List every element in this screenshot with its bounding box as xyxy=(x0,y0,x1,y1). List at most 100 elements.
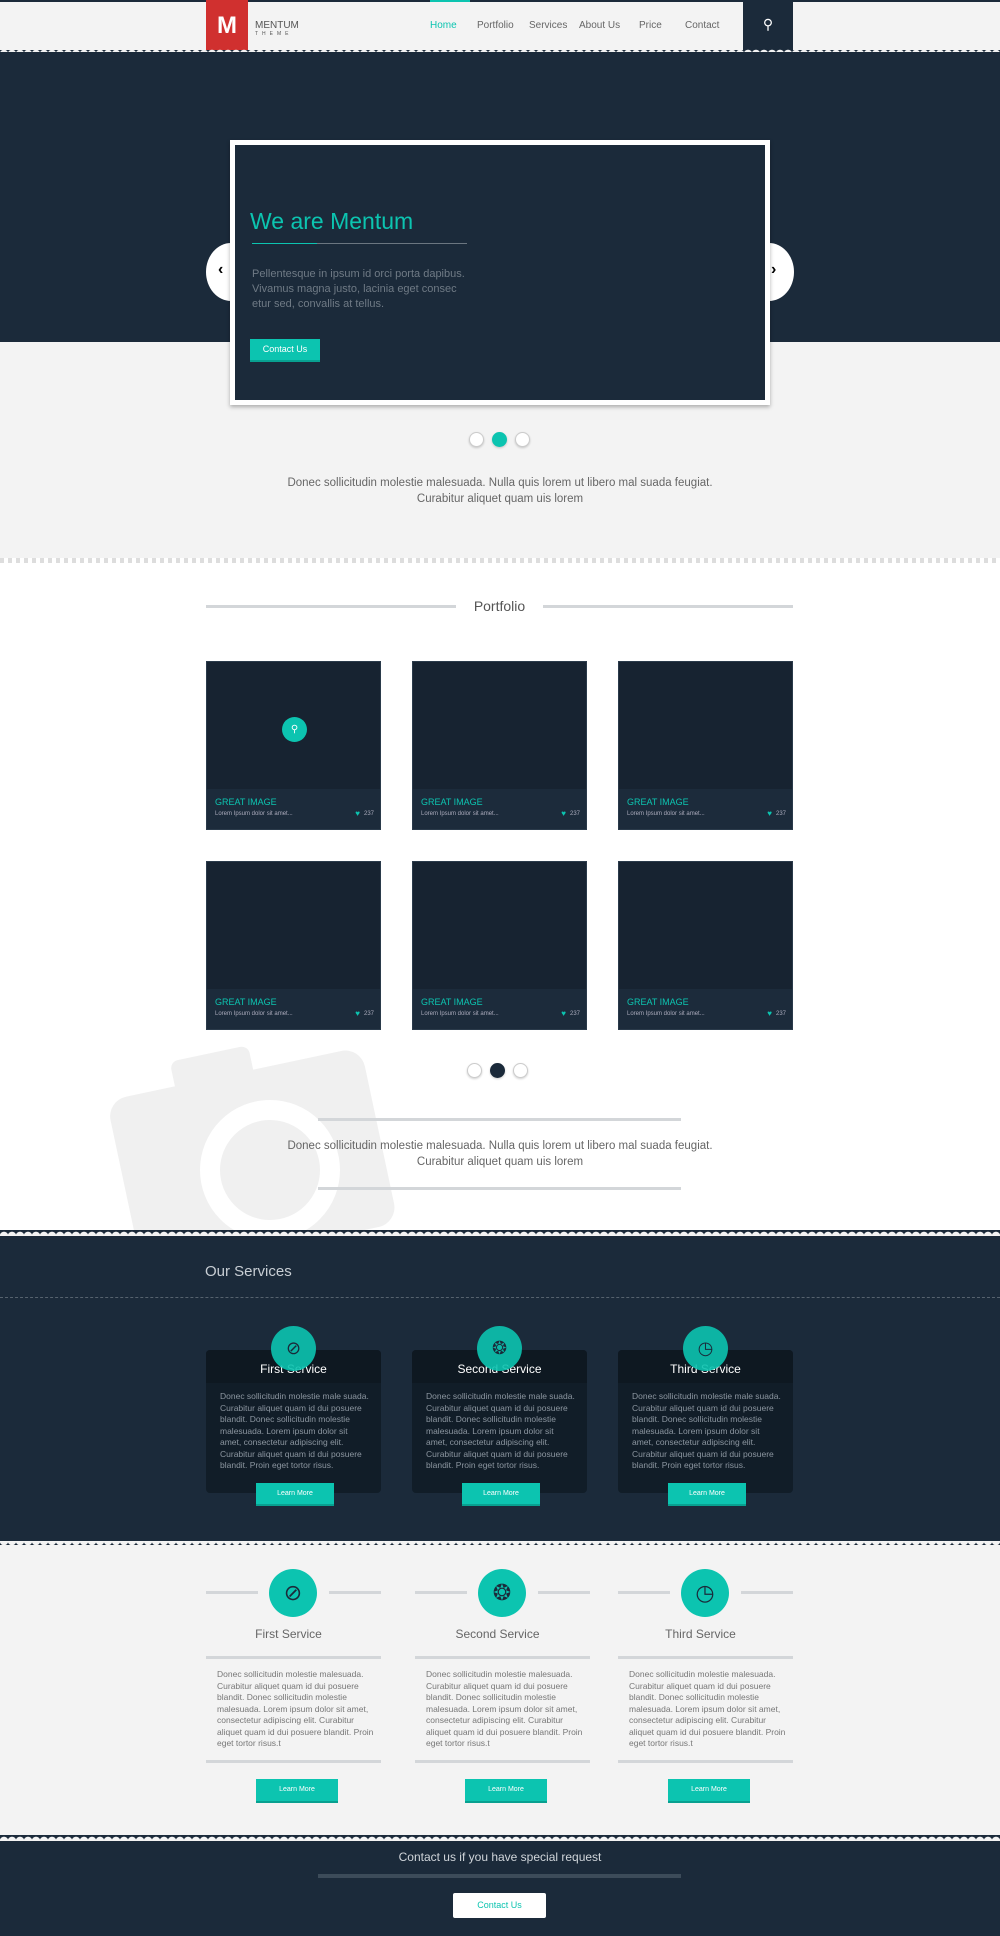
portfolio-caption: GREAT IMAGE Lorem Ipsum dolor sit amet...… xyxy=(619,989,792,1029)
chevron-right-icon: › xyxy=(771,261,777,278)
divider xyxy=(618,1656,793,1659)
hero-divider xyxy=(252,243,467,244)
portfolio-item[interactable]: GREAT IMAGE Lorem Ipsum dolor sit amet...… xyxy=(618,861,793,1030)
learn-more-button[interactable]: Learn More xyxy=(668,1779,750,1803)
divider xyxy=(538,1591,590,1594)
portfolio-page-3[interactable] xyxy=(513,1063,528,1078)
learn-more-button[interactable]: Learn More xyxy=(462,1483,540,1506)
nav-portfolio[interactable]: Portfolio xyxy=(477,20,514,31)
portfolio-page-2-active[interactable] xyxy=(490,1063,505,1078)
like-count: 237 xyxy=(363,1011,374,1017)
portfolio-item[interactable]: ⚲ GREAT IMAGE Lorem Ipsum dolor sit amet..… xyxy=(206,661,381,830)
slider-dot-3[interactable] xyxy=(515,432,530,447)
lifebuoy-icon: ❂ xyxy=(477,1326,522,1371)
portfolio-item-desc: Lorem Ipsum dolor sit amet... xyxy=(627,811,705,817)
active-indicator xyxy=(430,0,470,2)
portfolio-item-title: GREAT IMAGE xyxy=(627,797,689,807)
service-title: Second Service xyxy=(455,1627,540,1641)
divider xyxy=(543,605,793,608)
dashed-divider xyxy=(0,1297,1000,1298)
heart-icon[interactable]: ♥ xyxy=(767,809,772,818)
brand-name: MENTUM xyxy=(255,20,299,31)
brand-sub: THEME xyxy=(255,31,293,37)
divider xyxy=(329,1591,381,1594)
search-button[interactable]: ⚲ xyxy=(743,0,793,50)
portfolio-caption: GREAT IMAGE Lorem Ipsum dolor sit amet...… xyxy=(207,989,380,1029)
service-text: Donec sollicitudin molestie male suada. … xyxy=(220,1391,369,1470)
portfolio-item-title: GREAT IMAGE xyxy=(421,797,483,807)
divider xyxy=(318,1118,681,1121)
portfolio-item-desc: Lorem Ipsum dolor sit amet... xyxy=(215,811,293,817)
hero-contact-button[interactable]: Contact Us xyxy=(250,339,320,362)
portfolio-item-title: GREAT IMAGE xyxy=(215,797,277,807)
portfolio-item-desc: Lorem Ipsum dolor sit amet... xyxy=(421,811,499,817)
divider xyxy=(206,1591,258,1594)
like-count: 237 xyxy=(775,811,786,817)
heart-icon[interactable]: ♥ xyxy=(767,1009,772,1018)
learn-more-button[interactable]: Learn More xyxy=(256,1779,338,1803)
heart-icon[interactable]: ♥ xyxy=(561,809,566,818)
learn-more-button[interactable]: Learn More xyxy=(465,1779,547,1803)
hero-title: We are Mentum xyxy=(250,208,414,234)
lifebuoy-icon: ❂ xyxy=(478,1569,526,1617)
divider xyxy=(741,1591,793,1594)
heart-icon[interactable]: ♥ xyxy=(561,1009,566,1018)
zoom-icon[interactable]: ⚲ xyxy=(282,717,307,742)
portfolio-caption: GREAT IMAGE Lorem Ipsum dolor sit amet...… xyxy=(413,989,586,1029)
portfolio-item-title: GREAT IMAGE xyxy=(215,997,277,1007)
wave-divider xyxy=(0,558,1000,563)
camera-watermark-icon xyxy=(110,1046,395,1230)
portfolio-item-title: GREAT IMAGE xyxy=(421,997,483,1007)
wave-divider xyxy=(0,46,1000,52)
divider xyxy=(618,1591,670,1594)
slider-dot-1[interactable] xyxy=(469,432,484,447)
wave-divider xyxy=(0,1228,1000,1236)
nav-home[interactable]: Home xyxy=(430,20,457,31)
portfolio-caption: GREAT IMAGE Lorem Ipsum dolor sit amet...… xyxy=(207,789,380,829)
heart-icon[interactable]: ♥ xyxy=(355,809,360,818)
nav-services[interactable]: Services xyxy=(529,20,567,31)
portfolio-page-1[interactable] xyxy=(467,1063,482,1078)
portfolio-item[interactable]: GREAT IMAGE Lorem Ipsum dolor sit amet...… xyxy=(206,861,381,1030)
clock-icon: ◷ xyxy=(683,1326,728,1371)
footer-text: Contact us if you have special request xyxy=(398,1850,602,1864)
nav-about[interactable]: About Us xyxy=(579,20,620,31)
divider xyxy=(415,1591,467,1594)
nav-price[interactable]: Price xyxy=(639,20,662,31)
portfolio-item-desc: Lorem Ipsum dolor sit amet... xyxy=(627,1011,705,1017)
wave-divider xyxy=(0,1833,1000,1841)
clock-icon: ◷ xyxy=(681,1569,729,1617)
divider xyxy=(618,1760,793,1763)
divider xyxy=(415,1656,590,1659)
like-count: 237 xyxy=(569,811,580,817)
service-text: Donec sollicitudin molestie male suada. … xyxy=(426,1391,575,1470)
heart-icon[interactable]: ♥ xyxy=(355,1009,360,1018)
portfolio-item[interactable]: GREAT IMAGE Lorem Ipsum dolor sit amet...… xyxy=(412,861,587,1030)
like-count: 237 xyxy=(363,811,374,817)
services-heading: Our Services xyxy=(205,1263,292,1280)
hero-slide: We are Mentum Pellentesque in ipsum id o… xyxy=(230,140,770,405)
portfolio-item-desc: Lorem Ipsum dolor sit amet... xyxy=(421,1011,499,1017)
slider-dot-2-active[interactable] xyxy=(492,432,507,447)
learn-more-button[interactable]: Learn More xyxy=(668,1483,746,1506)
portfolio-caption: GREAT IMAGE Lorem Ipsum dolor sit amet...… xyxy=(413,789,586,829)
wave-divider xyxy=(0,1541,1000,1549)
divider xyxy=(206,1760,381,1763)
compass-icon: ⊘ xyxy=(269,1569,317,1617)
service-text: Donec sollicitudin molestie malesuada. C… xyxy=(426,1669,583,1748)
divider xyxy=(206,1656,381,1659)
portfolio-item[interactable]: GREAT IMAGE Lorem Ipsum dolor sit amet...… xyxy=(618,661,793,830)
intro-text: Donec sollicitudin molestie malesuada. N… xyxy=(287,477,713,505)
portfolio-item-title: GREAT IMAGE xyxy=(627,997,689,1007)
footer-contact-button[interactable]: Contact Us xyxy=(453,1893,546,1918)
service-card: First Service Donec sollicitudin molestie… xyxy=(206,1350,381,1493)
portfolio-heading: Portfolio xyxy=(473,598,526,614)
like-count: 237 xyxy=(569,1011,580,1017)
nav-contact[interactable]: Contact xyxy=(685,20,719,31)
divider xyxy=(206,605,456,608)
portfolio-item[interactable]: GREAT IMAGE Lorem Ipsum dolor sit amet...… xyxy=(412,661,587,830)
chevron-left-icon: ‹ xyxy=(218,261,224,278)
service-title: First Service xyxy=(255,1627,322,1641)
learn-more-button[interactable]: Learn More xyxy=(256,1483,334,1506)
portfolio-item-desc: Lorem Ipsum dolor sit amet... xyxy=(215,1011,293,1017)
